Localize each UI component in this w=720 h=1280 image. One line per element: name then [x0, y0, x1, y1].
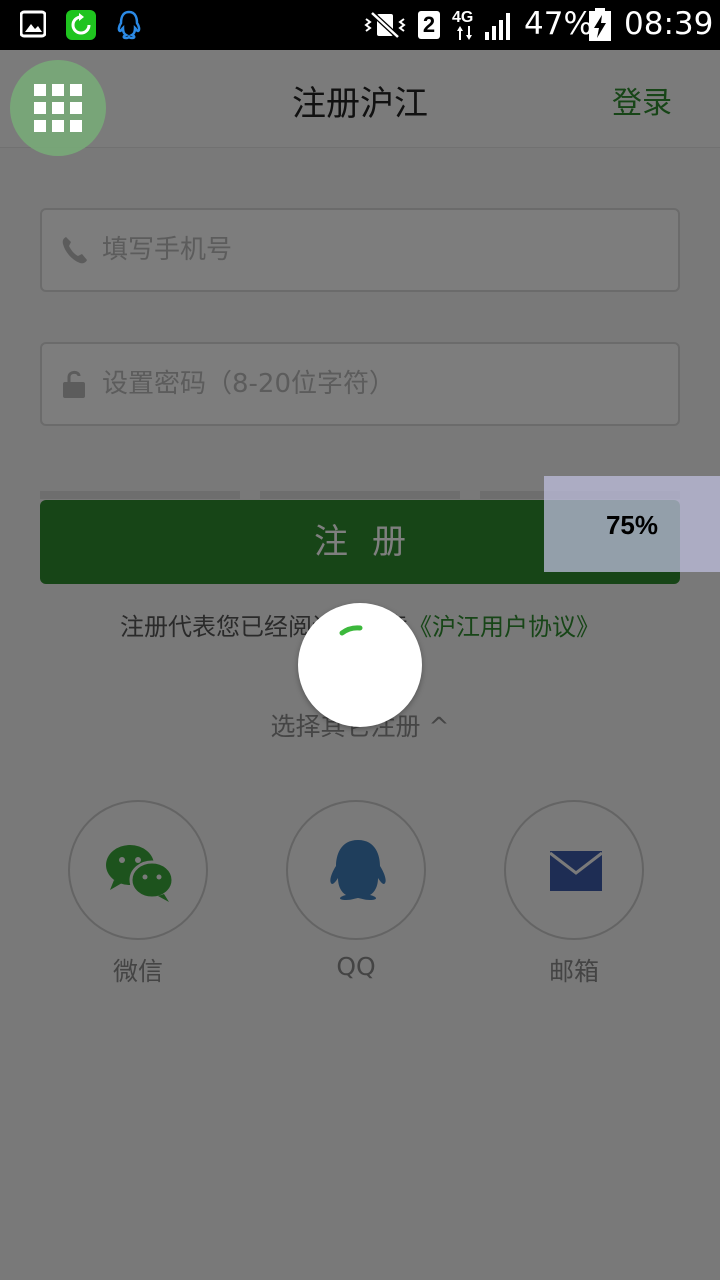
battery-charging-icon	[589, 8, 611, 41]
sync-app-icon	[66, 10, 96, 40]
clock: 08:39	[624, 6, 714, 42]
battery-percent: 47%	[524, 6, 593, 42]
network-type-label: 4G	[452, 9, 474, 26]
data-arrows-icon	[457, 26, 472, 40]
signal-icon	[485, 13, 510, 40]
sim-icon: 2	[418, 11, 440, 39]
status-bar: 2 4G 47% 08:39	[0, 0, 720, 50]
floating-apps-button[interactable]	[10, 60, 106, 156]
spinner-arc-icon	[339, 625, 363, 636]
loading-spinner	[298, 603, 422, 727]
vibrate-icon	[364, 11, 406, 39]
gallery-icon	[20, 10, 46, 38]
qq-notification-icon	[117, 10, 141, 40]
progress-badge: 75%	[544, 476, 720, 572]
progress-percent: 75%	[605, 510, 659, 540]
sim-label: 2	[422, 12, 436, 37]
